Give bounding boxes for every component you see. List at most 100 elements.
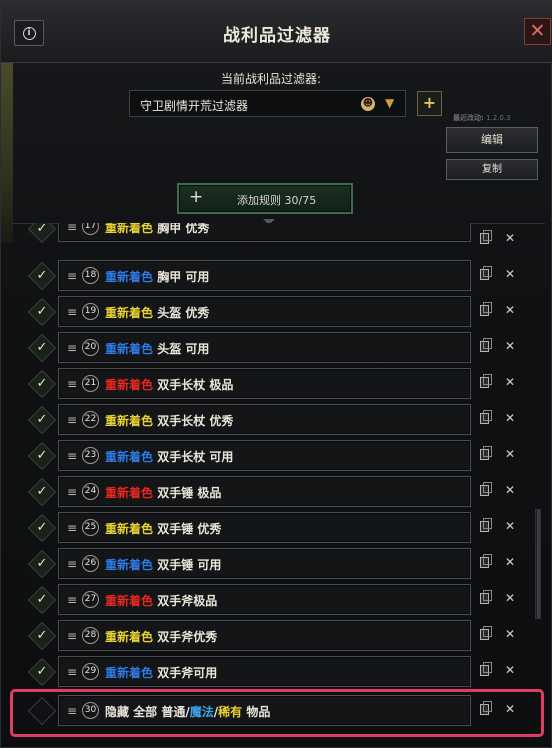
drag-handle-icon[interactable]: ≡	[67, 377, 77, 391]
drag-handle-icon[interactable]: ≡	[67, 665, 77, 679]
copy-rule-icon[interactable]	[480, 302, 492, 316]
copy-rule-icon[interactable]	[480, 626, 492, 640]
rule-number: 29	[82, 663, 99, 680]
rule-row-26[interactable]: ✓ ≡ 26 重新着色 双手锤 可用 ✕	[1, 547, 552, 581]
copy-rule-icon[interactable]	[480, 554, 492, 568]
delete-rule-icon[interactable]: ✕	[503, 302, 517, 318]
loot-filter-window: i 战利品过滤器 ✕ 当前战利品过滤器: 守卫剧情开荒过滤器 ☻ ▼ + 最近改…	[0, 0, 552, 748]
rule-box[interactable]: ≡ 28 重新着色 双手斧优秀	[58, 620, 471, 651]
rule-box[interactable]: ≡ 21 重新着色 双手长杖 极品	[58, 368, 471, 399]
rule-box[interactable]: ≡ 23 重新着色 双手长杖 可用	[58, 440, 471, 471]
rule-item: 头盔 可用	[157, 342, 210, 356]
rule-row-22[interactable]: ✓ ≡ 22 重新着色 双手长杖 优秀 ✕	[1, 403, 552, 437]
scrollbar[interactable]	[535, 509, 541, 619]
rule-action: 重新着色	[105, 594, 154, 608]
drag-handle-icon[interactable]: ≡	[67, 341, 77, 355]
drag-handle-icon[interactable]: ≡	[67, 305, 77, 319]
delete-rule-icon[interactable]: ✕	[503, 446, 517, 462]
close-button[interactable]: ✕	[524, 18, 551, 45]
rule-row-24[interactable]: ✓ ≡ 24 重新着色 双手锤 极品 ✕	[1, 475, 552, 509]
last-modified-label: 最近改动:	[453, 114, 484, 122]
delete-rule-icon[interactable]: ✕	[503, 230, 517, 245]
filter-select[interactable]: 守卫剧情开荒过滤器 ☻ ▼	[129, 90, 406, 117]
rule-number: 17	[82, 223, 99, 235]
copy-rule-icon[interactable]	[480, 446, 492, 460]
rule-toggle-checkbox[interactable]: ✓	[27, 657, 57, 687]
delete-rule-icon[interactable]: ✕	[503, 482, 517, 498]
copy-rule-icon[interactable]	[480, 590, 492, 604]
rule-box[interactable]: ≡ 20 重新着色 头盔 可用	[58, 332, 471, 363]
delete-rule-icon[interactable]: ✕	[503, 410, 517, 426]
rule-toggle-checkbox[interactable]: ✓	[27, 513, 57, 543]
rule-box[interactable]: ≡ 27 重新着色 双手斧极品	[58, 584, 471, 615]
rule-box[interactable]: ≡ 18 重新着色 胸甲 可用	[58, 260, 471, 291]
rule-box[interactable]: ≡ 26 重新着色 双手锤 可用	[58, 548, 471, 579]
rule-box[interactable]: ≡ 19 重新着色 头盔 优秀	[58, 296, 471, 327]
drag-handle-icon[interactable]: ≡	[67, 629, 77, 643]
drag-handle-icon[interactable]: ≡	[67, 223, 77, 234]
rule-row-25[interactable]: ✓ ≡ 25 重新着色 双手锤 优秀 ✕	[1, 511, 552, 545]
rule-box[interactable]: ≡ 22 重新着色 双手长杖 优秀	[58, 404, 471, 435]
copy-rule-icon[interactable]	[480, 410, 492, 424]
delete-rule-icon[interactable]: ✕	[503, 626, 517, 642]
rule-toggle-checkbox[interactable]: ✓	[27, 369, 57, 399]
rule-row-27[interactable]: ✓ ≡ 27 重新着色 双手斧极品 ✕	[1, 583, 552, 617]
edit-button[interactable]: 编辑	[446, 127, 538, 153]
drag-handle-icon[interactable]: ≡	[67, 449, 77, 463]
delete-rule-icon[interactable]: ✕	[503, 590, 517, 606]
rule-text: 重新着色 双手斧极品	[105, 592, 217, 609]
rule-row-20[interactable]: ✓ ≡ 20 重新着色 头盔 可用 ✕	[1, 331, 552, 365]
scrollbar-thumb[interactable]	[537, 510, 540, 618]
delete-rule-icon[interactable]: ✕	[503, 518, 517, 534]
rule-toggle-checkbox[interactable]: ✓	[27, 585, 57, 615]
copy-rule-icon[interactable]	[480, 266, 492, 280]
rule-box[interactable]: ≡ 25 重新着色 双手锤 优秀	[58, 512, 471, 543]
drag-handle-icon[interactable]: ≡	[67, 521, 77, 535]
drag-handle-icon[interactable]: ≡	[67, 557, 77, 571]
copy-rule-icon[interactable]	[480, 338, 492, 352]
rule-number: 26	[82, 555, 99, 572]
copy-rule-icon[interactable]	[480, 230, 492, 244]
rule-box[interactable]: ≡ 29 重新着色 双手斧可用	[58, 656, 471, 687]
copy-rule-icon[interactable]	[480, 374, 492, 388]
rule-row-21[interactable]: ✓ ≡ 21 重新着色 双手长杖 极品 ✕	[1, 367, 552, 401]
rule-text: 重新着色 头盔 优秀	[105, 304, 209, 321]
drag-handle-icon[interactable]: ≡	[67, 413, 77, 427]
rule-box[interactable]: ≡ 24 重新着色 双手锤 极品	[58, 476, 471, 507]
rule-row-19[interactable]: ✓ ≡ 19 重新着色 头盔 优秀 ✕	[1, 295, 552, 329]
copy-rule-icon[interactable]	[480, 662, 492, 676]
rule-toggle-checkbox[interactable]: ✓	[27, 405, 57, 435]
rule-toggle-checkbox[interactable]: ✓	[27, 333, 57, 363]
rule-toggle-checkbox[interactable]: ✓	[27, 441, 57, 471]
rule-row-23[interactable]: ✓ ≡ 23 重新着色 双手长杖 可用 ✕	[1, 439, 552, 473]
drag-handle-icon[interactable]: ≡	[67, 593, 77, 607]
close-icon: ✕	[529, 20, 546, 42]
rule-toggle-checkbox[interactable]: ✓	[27, 223, 57, 244]
rule-row-18[interactable]: ✓ ≡ 18 重新着色 胸甲 可用 ✕	[1, 259, 552, 293]
rule-row-29[interactable]: ✓ ≡ 29 重新着色 双手斧可用 ✕	[1, 655, 552, 689]
rule-row-28[interactable]: ✓ ≡ 28 重新着色 双手斧优秀 ✕	[1, 619, 552, 653]
delete-rule-icon[interactable]: ✕	[503, 554, 517, 570]
delete-rule-icon[interactable]: ✕	[503, 662, 517, 678]
copy-rule-icon[interactable]	[480, 482, 492, 496]
add-rule-button[interactable]: + 添加规则 30/75	[177, 183, 353, 214]
delete-rule-icon[interactable]: ✕	[503, 374, 517, 390]
drag-handle-icon[interactable]: ≡	[67, 269, 77, 283]
copy-button[interactable]: 复制	[446, 159, 538, 180]
add-filter-button[interactable]: +	[417, 91, 442, 116]
rule-toggle-checkbox[interactable]: ✓	[27, 297, 57, 327]
rule-toggle-checkbox[interactable]: ✓	[27, 621, 57, 651]
rule-row-17[interactable]: ✓ ≡ 17 重新着色 胸甲 优秀 ✕	[1, 223, 552, 245]
copy-rule-icon[interactable]	[480, 518, 492, 532]
rule-toggle-checkbox[interactable]: ✓	[27, 549, 57, 579]
drag-handle-icon[interactable]: ≡	[67, 485, 77, 499]
rule-action: 重新着色	[105, 378, 154, 392]
delete-rule-icon[interactable]: ✕	[503, 338, 517, 354]
rule-toggle-checkbox[interactable]: ✓	[27, 477, 57, 507]
rule-toggle-checkbox[interactable]: ✓	[27, 261, 57, 291]
rule-number: 23	[82, 447, 99, 464]
delete-rule-icon[interactable]: ✕	[503, 266, 517, 282]
rule-number: 28	[82, 627, 99, 644]
rule-box[interactable]: ≡ 17 重新着色 胸甲 优秀	[58, 223, 471, 242]
rule-action: 重新着色	[105, 450, 154, 464]
